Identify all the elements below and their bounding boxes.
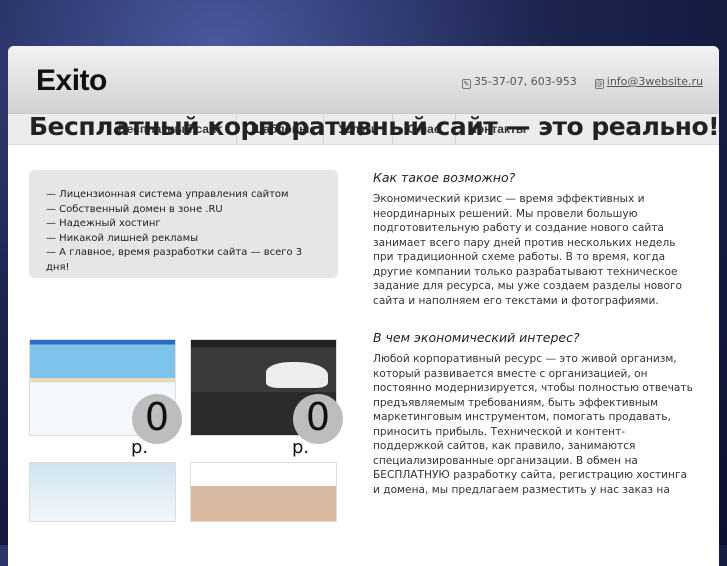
- car-image: [266, 362, 328, 388]
- content-column: Как такое возможно? Экономический кризис…: [373, 170, 693, 519]
- feature-item: — Лицензионная система управления сайтом: [46, 189, 289, 200]
- template-thumbnail-medical[interactable]: [29, 462, 176, 522]
- contacts: ✎ 35-37-07, 603-953 @ info@3website.ru: [461, 75, 703, 89]
- logo[interactable]: Exito: [36, 64, 107, 98]
- email-icon: @: [594, 79, 604, 89]
- section-title: В чем экономический интерес?: [373, 330, 580, 345]
- header: Exito ✎ 35-37-07, 603-953 @ info@3website.…: [8, 46, 719, 114]
- features-box: — Лицензионная система управления сайтом…: [29, 170, 338, 278]
- email-link[interactable]: info@3website.ru: [607, 75, 703, 88]
- section-text: Любой корпоративный ресурс — это живой о…: [373, 353, 693, 496]
- phone-text: 35-37-07, 603-953: [473, 75, 577, 88]
- price-currency: р.: [292, 437, 310, 458]
- phone: ✎ 35-37-07, 603-953: [461, 75, 577, 89]
- template-thumbnail-portfolio[interactable]: [190, 462, 337, 522]
- phone-icon: ✎: [461, 79, 471, 89]
- price-currency: р.: [131, 437, 149, 458]
- page-title: Бесплатный корпоративный сайт — это реал…: [29, 112, 720, 141]
- feature-item: — Никакой лишней рекламы: [46, 232, 199, 244]
- section-text: Экономический кризис — время эффективных…: [373, 193, 683, 307]
- section-title: Как такое возможно?: [373, 170, 516, 185]
- feature-item: — Собственный домен в зоне .RU: [46, 203, 223, 215]
- feature-item: — А главное, время разработки сайта — вс…: [46, 247, 303, 273]
- feature-item: — Надежный хостинг: [46, 218, 161, 230]
- email: @ info@3website.ru: [594, 75, 703, 89]
